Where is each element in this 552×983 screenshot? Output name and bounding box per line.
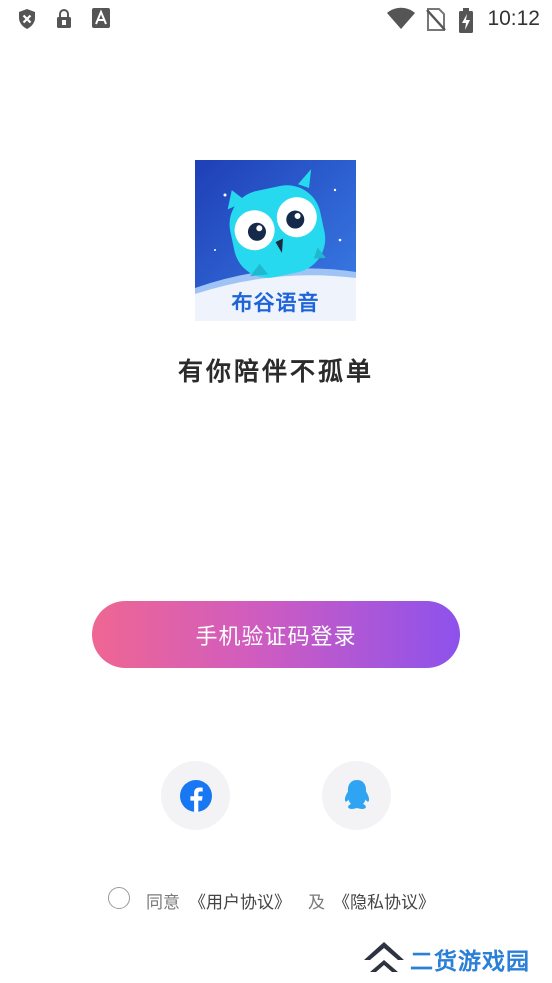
logo-brand-text: 布谷语音 — [231, 291, 320, 315]
battery-charging-icon — [459, 8, 473, 33]
facebook-icon — [179, 779, 212, 812]
font-a-icon — [92, 8, 110, 28]
watermark: 二货游戏园 — [362, 938, 552, 980]
qq-login-button[interactable] — [322, 761, 391, 830]
no-sim-icon — [426, 8, 446, 31]
agree-radio[interactable] — [108, 887, 130, 909]
agree-and: 及 — [308, 893, 325, 913]
status-time: 10:12 — [487, 7, 540, 30]
wifi-icon — [387, 7, 415, 29]
agree-prefix: 同意 — [146, 893, 180, 913]
shield-x-icon — [19, 9, 35, 29]
user-agreement-link[interactable]: 《用户协议》 — [189, 888, 291, 913]
privacy-agreement-link[interactable]: 《隐私协议》 — [333, 888, 435, 913]
agreement-row: 同意 《用户协议》 及 《隐私协议》 — [0, 886, 552, 913]
phone-login-button[interactable]: 手机验证码登录 — [92, 601, 460, 668]
qq-icon — [344, 779, 369, 809]
lock-badge-icon — [57, 9, 71, 28]
double-chevron-up-icon — [364, 942, 404, 972]
app-slogan: 有你陪伴不孤单 — [177, 357, 374, 386]
phone-login-button-label: 手机验证码登录 — [195, 624, 357, 650]
facebook-login-button[interactable] — [161, 761, 230, 830]
watermark-text: 二货游戏园 — [410, 949, 530, 975]
app-logo: 布谷语音 — [195, 160, 356, 321]
status-bar: 10:12 — [0, 0, 552, 40]
